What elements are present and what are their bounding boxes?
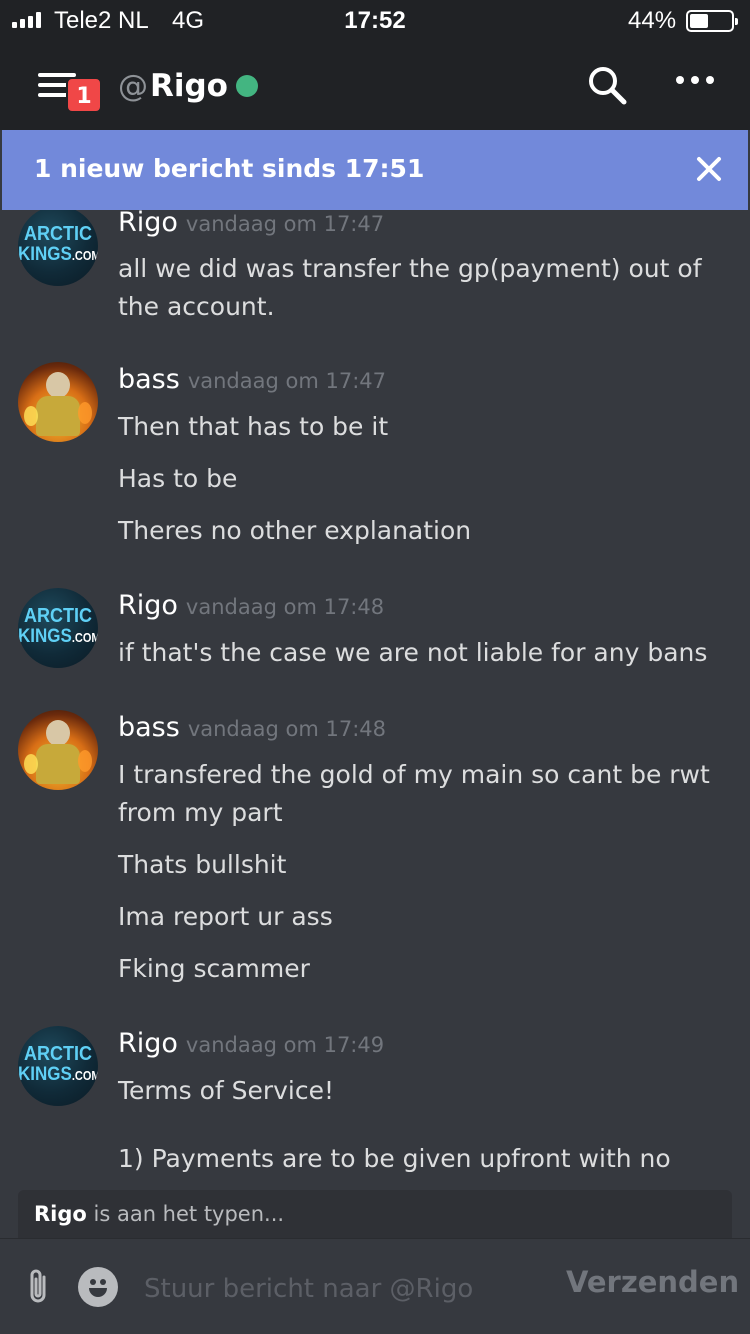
message-text: Fking scammer [118,954,310,983]
message-text: if that's the case we are not liable for… [118,638,708,667]
status-bar: Tele2 NL 4G 17:52 44% [0,0,750,40]
unread-badge: 1 [66,77,102,113]
typing-user: Rigo [34,1202,87,1226]
message-text: I transfered the gold of my main so cant… [118,760,710,827]
message-header: Rigo vandaag om 17:47 [118,210,384,238]
message-author[interactable]: Rigo [118,1028,178,1059]
new-messages-banner[interactable]: 1 nieuw bericht sinds 17:51 [2,130,748,210]
message-timestamp: vandaag om 17:48 [187,717,387,741]
app-header: 1 @ Rigo [0,40,750,130]
dm-title: @ Rigo [118,66,258,106]
message-header: bass vandaag om 17:47 [118,364,386,395]
close-icon[interactable] [692,152,726,186]
message-composer: Verzenden [0,1238,750,1334]
message-text: Then that has to be it [118,412,389,441]
online-status-icon [235,75,258,97]
avatar[interactable]: ARCTIC KINGS.COM [18,1026,98,1106]
message-text: 1) Payments are to be given upfront with… [118,1144,671,1173]
message-text: Has to be [118,464,238,493]
channel-name: Rigo [150,68,228,104]
paperclip-icon[interactable] [22,1267,56,1307]
avatar[interactable]: ARCTIC KINGS.COM [18,210,98,286]
battery-icon [686,10,738,32]
message-author[interactable]: Rigo [118,210,178,238]
avatar-logo-text: KINGS.COM [18,1062,98,1085]
message-header: Rigo vandaag om 17:48 [118,590,384,621]
message-author[interactable]: bass [118,712,180,743]
more-icon[interactable] [676,76,714,84]
battery-percent: 44% [628,7,677,34]
message-author[interactable]: Rigo [118,590,178,621]
message-text: Ima report ur ass [118,902,333,931]
discord-dm-screen: Tele2 NL 4G 17:52 44% 1 @ Rigo 1 nieuw b… [0,0,750,1334]
avatar-logo-text: KINGS.COM [18,242,98,265]
emoji-icon[interactable] [78,1267,118,1307]
message-text: all we did was transfer the gp(payment) … [118,254,702,321]
message-list[interactable]: ARCTIC KINGS.COM Rigo vandaag om 17:47 a… [0,210,750,1190]
message-timestamp: vandaag om 17:48 [185,595,385,619]
banner-text: 1 nieuw bericht sinds 17:51 [34,154,425,183]
typing-text: is aan het typen... [86,1202,285,1226]
avatar[interactable]: ARCTIC KINGS.COM [18,588,98,668]
message-input[interactable] [144,1269,544,1309]
message-timestamp: vandaag om 17:49 [185,1033,385,1057]
message-text: Thats bullshit [118,850,287,879]
avatar[interactable] [18,710,98,790]
at-symbol: @ [118,68,148,104]
typing-indicator: Rigo is aan het typen... [18,1190,732,1238]
message-timestamp: vandaag om 17:47 [185,212,385,236]
message-timestamp: vandaag om 17:47 [187,369,387,393]
message-header: Rigo vandaag om 17:49 [118,1028,384,1059]
avatar-logo-text: KINGS.COM [18,624,98,647]
search-icon[interactable] [586,64,630,108]
send-button[interactable]: Verzenden [566,1265,739,1299]
message-text: Terms of Service! [118,1076,335,1105]
message-author[interactable]: bass [118,364,180,395]
message-text: Theres no other explanation [118,516,472,545]
message-header: bass vandaag om 17:48 [118,712,386,743]
avatar[interactable] [18,362,98,442]
